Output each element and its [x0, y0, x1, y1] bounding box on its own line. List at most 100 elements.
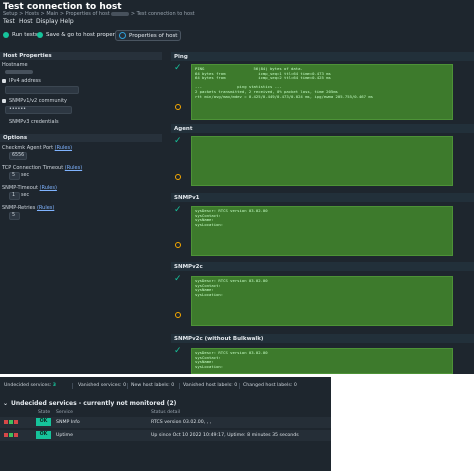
service-name: SNMP Info — [56, 420, 80, 425]
summary-vanished-labels-label: Vanished host labels: — [183, 383, 233, 388]
snmp-retries-label: SNMP-Retries (Rules) — [2, 205, 54, 211]
host-properties-title: Host Properties — [3, 53, 52, 59]
host-properties-label: Properties of host — [129, 32, 178, 39]
redacted-text — [111, 11, 130, 16]
table-row: OK Uptime Up since Oct 10 2022 10:49:17,… — [0, 430, 331, 441]
snmp-community-value: •••••• — [9, 107, 26, 112]
ping-panel-header: Ping — [171, 52, 474, 61]
snmpv2c-nobulk-success-icon: ✓ — [174, 346, 182, 356]
menu-host[interactable]: Host — [19, 18, 33, 25]
snmp-retries-text: SNMP-Retries — [2, 205, 36, 211]
summary-new-labels[interactable]: New host labels: 0 — [131, 383, 174, 388]
agent-port-rules-link[interactable]: (Rules) — [55, 145, 72, 151]
monitor-service-icon[interactable] — [9, 433, 13, 437]
agent-port-field[interactable]: 6556 — [9, 152, 27, 160]
agent-title: Agent — [174, 126, 193, 132]
summary-changed-labels[interactable]: Changed host labels: 0 — [243, 383, 297, 388]
divider — [127, 383, 128, 389]
snmp-community-checkbox[interactable] — [2, 99, 6, 103]
column-state: State — [38, 410, 51, 415]
agent-port-text: Checkmk Agent Port — [2, 145, 54, 151]
column-status-detail: Status detail — [151, 410, 181, 415]
properties-icon — [119, 32, 126, 39]
options-title: Options — [3, 135, 28, 141]
table-row: OK SNMP Info RTCS version 03.02.00, , , — [0, 417, 331, 428]
monitor-service-icon[interactable] — [9, 420, 13, 424]
tcp-timeout-text: TCP Connection Timeout — [2, 165, 64, 171]
remove-service-icon[interactable] — [14, 433, 18, 437]
ipv4-label: IPv4 address — [9, 78, 41, 84]
agent-output — [191, 136, 453, 186]
app-window: Test connection to host Setup > Hosts > … — [0, 0, 474, 374]
tcp-timeout-label: TCP Connection Timeout (Rules) — [2, 165, 82, 171]
agent-success-icon: ✓ — [174, 136, 182, 146]
agent-rerun-icon[interactable] — [175, 174, 181, 180]
column-service: Service — [56, 410, 73, 415]
ipv4-field[interactable] — [5, 86, 79, 94]
summary-vanished-value: 0 — [123, 383, 127, 388]
ping-title: Ping — [174, 54, 188, 60]
agent-panel-header: Agent — [171, 124, 474, 133]
divider — [72, 383, 73, 389]
summary-vanished[interactable]: Vanished services: 0 — [78, 383, 126, 388]
save-icon — [37, 31, 43, 38]
run-tests-button[interactable]: Run tests — [3, 30, 38, 39]
status-detail: Up since Oct 10 2022 10:49:17, Uptime: 8… — [151, 433, 299, 438]
status-detail: RTCS version 03.02.00, , , — [151, 420, 212, 425]
snmp-timeout-field[interactable]: 1 — [9, 192, 20, 200]
summary-vanished-labels[interactable]: Vanished host labels: 0 — [183, 383, 237, 388]
host-properties-button[interactable]: Properties of host — [115, 30, 182, 41]
disable-service-icon[interactable] — [4, 420, 8, 424]
hostname-field[interactable] — [5, 68, 51, 74]
snmpv2c-nobulk-output: sysDescr: RTCS version 03.02.00 sysConta… — [191, 348, 453, 374]
tcp-timeout-rules-link[interactable]: (Rules) — [65, 165, 82, 171]
host-properties-header[interactable]: Host Properties — [0, 52, 162, 60]
snmp-timeout-value: 1 — [12, 193, 16, 198]
status-badge: OK — [36, 418, 51, 426]
services-summary: Undecided services: 3 Vanished services:… — [0, 381, 331, 390]
snmpv1-success-icon: ✓ — [174, 205, 182, 215]
remove-service-icon[interactable] — [14, 420, 18, 424]
snmpv2c-rerun-icon[interactable] — [175, 312, 181, 318]
divider — [239, 383, 240, 389]
menu-test[interactable]: Test — [3, 18, 15, 25]
snmp-community-field[interactable]: •••••• — [5, 106, 72, 114]
menu-bar: Test Host Display Help — [0, 16, 474, 27]
snmpv1-title: SNMPv1 — [174, 195, 200, 201]
snmp-timeout-rules-link[interactable]: (Rules) — [40, 185, 57, 191]
services-panel: Undecided services: 3 Vanished services:… — [0, 377, 331, 471]
snmp-timeout-unit: sec — [21, 193, 30, 198]
snmpv1-rerun-icon[interactable] — [175, 242, 181, 248]
snmpv2c-title: SNMPv2c — [174, 264, 203, 270]
disable-service-icon[interactable] — [4, 433, 8, 437]
save-button[interactable]: Save & go to host properties — [37, 30, 125, 39]
menu-help[interactable]: Help — [60, 18, 74, 25]
tcp-timeout-field[interactable]: 5 — [9, 172, 20, 180]
snmp-retries-value: 5 — [12, 213, 16, 218]
ping-rerun-icon[interactable] — [175, 104, 181, 110]
status-badge: OK — [36, 431, 51, 439]
ipv4-checkbox[interactable] — [2, 79, 6, 83]
undecided-section-header[interactable]: ⌄ Undecided services - currently not mon… — [0, 399, 331, 408]
summary-changed-labels-label: Changed host labels: — [243, 383, 293, 388]
snmp-retries-rules-link[interactable]: (Rules) — [37, 205, 54, 211]
snmpv1-panel-header: SNMPv1 — [171, 193, 474, 202]
summary-undecided[interactable]: Undecided services: 3 — [4, 383, 56, 388]
ping-output: PING 56(84) bytes of data. 64 bytes from… — [191, 64, 453, 120]
snmp-retries-field[interactable]: 5 — [9, 212, 20, 220]
agent-port-value: 6556 — [12, 153, 25, 158]
ping-success-icon: ✓ — [174, 63, 182, 73]
summary-vanished-labels-value: 0 — [234, 383, 238, 388]
menu-display[interactable]: Display — [36, 18, 58, 25]
undecided-section-title: Undecided services - currently not monit… — [11, 400, 177, 407]
run-icon — [3, 31, 9, 38]
summary-undecided-value: 3 — [52, 383, 57, 388]
summary-new-labels-value: 0 — [171, 383, 175, 388]
snmp-timeout-text: SNMP-Timeout — [2, 185, 38, 191]
summary-new-labels-label: New host labels: — [131, 383, 170, 388]
options-header[interactable]: Options — [0, 134, 162, 142]
tcp-timeout-unit: sec — [21, 173, 30, 178]
service-name: Uptime — [56, 433, 73, 438]
toolbar: Run tests Save & go to host properties P… — [0, 29, 474, 41]
snmp-timeout-label: SNMP-Timeout (Rules) — [2, 185, 57, 191]
